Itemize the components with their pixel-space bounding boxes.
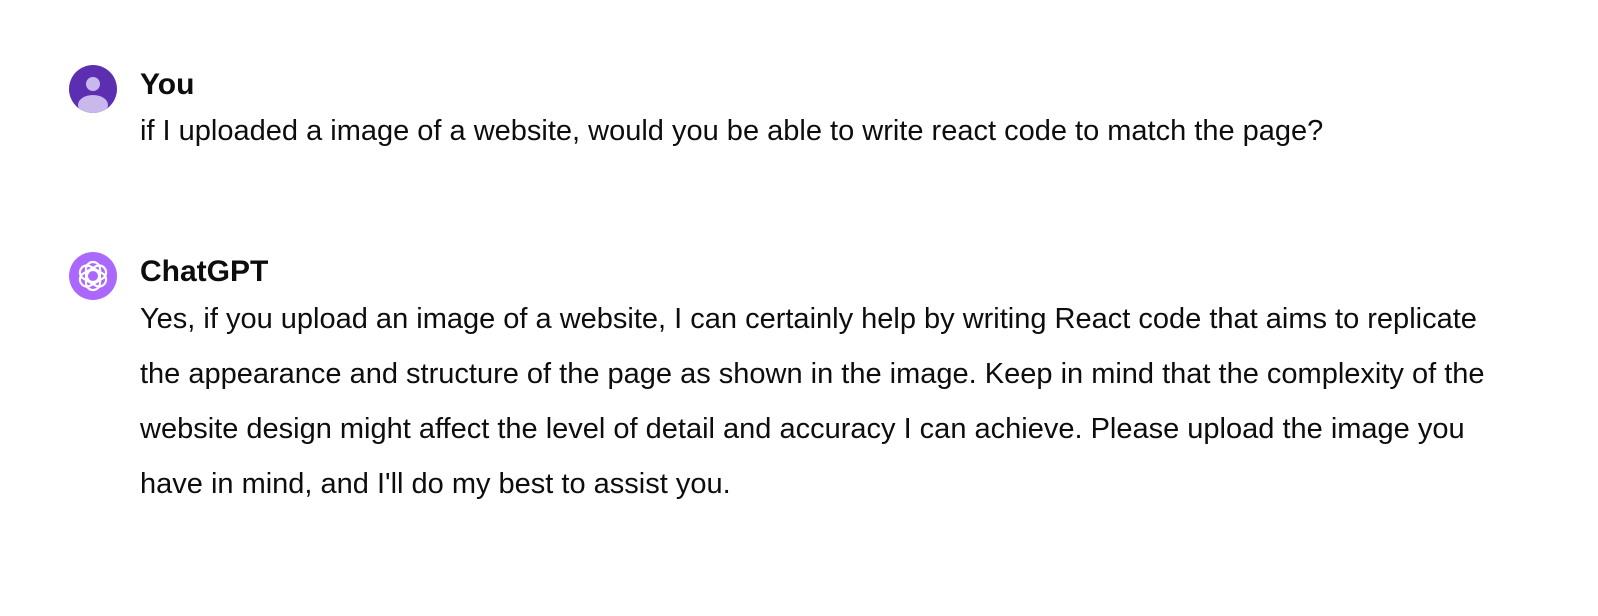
assistant-message: ChatGPT Yes, if you upload an image of a…	[69, 252, 1558, 512]
user-avatar-icon	[69, 65, 117, 113]
user-message-text: if I uploaded a image of a website, woul…	[140, 115, 1324, 147]
user-message-body: You if I uploaded a image of a website, …	[140, 65, 1558, 151]
assistant-message-body: ChatGPT Yes, if you upload an image of a…	[140, 252, 1558, 512]
assistant-author-name: ChatGPT	[140, 255, 269, 288]
user-message: You if I uploaded a image of a website, …	[69, 65, 1558, 151]
chatgpt-logo-icon	[69, 252, 117, 300]
assistant-message-text: Yes, if you upload an image of a website…	[140, 303, 1485, 500]
user-author-name: You	[140, 68, 195, 101]
